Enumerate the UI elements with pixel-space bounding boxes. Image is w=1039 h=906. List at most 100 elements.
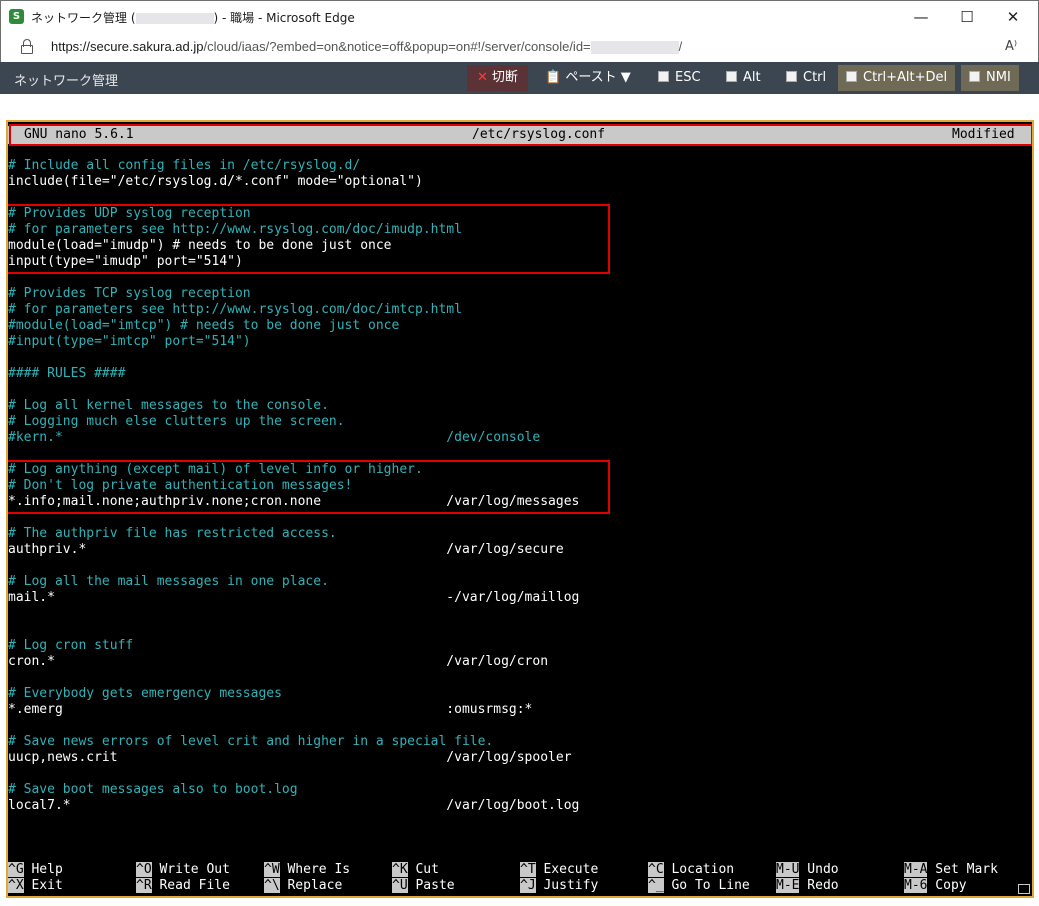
nmi-button[interactable]: NMI — [961, 65, 1019, 91]
shortcut-key: M-6 — [904, 878, 928, 893]
shortcut-label: Execute — [535, 862, 599, 877]
read-aloud-icon[interactable]: A⁾ — [1005, 39, 1017, 54]
toolbar-title: ネットワーク管理 — [14, 74, 119, 89]
shortcut-label: Write Out — [151, 862, 230, 877]
esc-checkbox[interactable] — [658, 71, 669, 82]
cad-icon — [846, 71, 857, 82]
alt-label: Alt — [743, 70, 761, 85]
alt-checkbox[interactable] — [726, 71, 737, 82]
nmi-label: NMI — [986, 70, 1011, 85]
shortcut-item: ^K Cut — [392, 862, 439, 878]
disconnect-label: 切断 — [491, 70, 518, 85]
comment-line: # for parameters see http://www.rsyslog.… — [8, 302, 462, 317]
shortcut-key: ^R — [136, 878, 152, 893]
cad-label: Ctrl+Alt+Del — [863, 70, 948, 85]
shortcut-key: ^W — [264, 862, 280, 877]
comment-line: # The authpriv file has restricted acces… — [8, 526, 337, 541]
paste-button[interactable]: 📋 ペースト ▼ — [537, 65, 639, 91]
alt-toggle[interactable]: Alt — [718, 65, 769, 91]
shortcut-key: ^G — [8, 862, 24, 877]
shortcut-item: M-E Redo — [776, 878, 839, 894]
shortcut-label: Read File — [151, 878, 230, 893]
shortcut-item: M-U Undo — [776, 862, 839, 878]
console-toolbar: ネットワーク管理 ✕ 切断 📋 ペースト ▼ ESC Alt Ctrl Ctrl+… — [0, 62, 1039, 94]
shortcut-label: Redo — [799, 878, 839, 893]
ctrl-toggle[interactable]: Ctrl — [778, 65, 834, 91]
config-line: include(file="/etc/rsyslog.d/*.conf" mod… — [8, 174, 423, 189]
url-field[interactable]: https://secure.sakura.ad.jp/cloud/iaas/?… — [51, 39, 682, 55]
window-title: ネットワーク管理 () - 職場 - Microsoft Edge — [31, 9, 355, 26]
shortcut-label: Justify — [535, 878, 599, 893]
comment-line: #input(type="imtcp" port="514") — [8, 334, 251, 349]
spacer — [0, 94, 1039, 120]
shortcut-key: ^O — [136, 862, 152, 877]
shortcut-label: Cut — [407, 862, 439, 877]
url-host: https://secure.sakura.ad.jp — [51, 39, 204, 54]
shortcut-label: Location — [663, 862, 735, 877]
comment-line: # Logging much else clutters up the scre… — [8, 414, 345, 429]
nmi-icon — [969, 71, 980, 82]
shortcut-key: ^_ — [648, 878, 664, 893]
config-line: authpriv.* /var/log/secure — [8, 542, 564, 557]
comment-line: #module(load="imtcp") # needs to be done… — [8, 318, 400, 333]
shortcut-item: ^J Justify — [520, 878, 598, 894]
ctrl-checkbox[interactable] — [786, 71, 797, 82]
shortcut-label: Help — [23, 862, 63, 877]
shortcut-label: Exit — [23, 878, 63, 893]
redacted-text — [135, 13, 214, 24]
esc-label: ESC — [675, 70, 701, 85]
console-terminal[interactable]: GNU nano 5.6.1 /etc/rsyslog.conf Modifie… — [6, 120, 1034, 898]
comment-line: # Log cron stuff — [8, 638, 134, 653]
comment-line: # Everybody gets emergency messages — [8, 686, 282, 701]
app-icon: S — [9, 9, 24, 24]
redacted-id — [590, 41, 679, 55]
disconnect-icon: ✕ — [477, 70, 488, 85]
shortcut-item: ^O Write Out — [136, 862, 230, 878]
shortcut-item: ^X Exit — [8, 878, 63, 894]
shortcut-label: Replace — [279, 878, 343, 893]
shortcut-key: ^T — [520, 862, 536, 877]
config-line: uucp,news.crit /var/log/spooler — [8, 750, 572, 765]
shortcut-label: Undo — [799, 862, 839, 877]
shortcut-label: Copy — [927, 878, 967, 893]
shortcut-label: Paste — [407, 878, 455, 893]
shortcut-item: M-A Set Mark — [904, 862, 998, 878]
header-highlight-box — [9, 124, 1032, 146]
shortcut-label: Set Mark — [927, 862, 998, 877]
ctrl-alt-del-button[interactable]: Ctrl+Alt+Del — [838, 65, 956, 91]
config-line: cron.* /var/log/cron — [8, 654, 549, 669]
comment-line: # Save news errors of level crit and hig… — [8, 734, 494, 749]
shortcut-key: ^U — [392, 878, 408, 893]
shortcut-item: ^C Location — [648, 862, 734, 878]
shortcut-bar: ^G Help ^X Exit ^O Write Out ^R Read File ^W… — [8, 862, 1032, 896]
config-line: local7.* /var/log/boot.log — [8, 798, 580, 813]
comment-line: # Provides TCP syslog reception — [8, 286, 251, 301]
config-line: *.emerg :omusrmsg:* — [8, 702, 533, 717]
comment-line: # Save boot messages also to boot.log — [8, 782, 298, 797]
shortcut-key: ^K — [392, 862, 408, 877]
address-bar: https://secure.sakura.ad.jp/cloud/iaas/?… — [0, 32, 1039, 62]
config-line: mail.* -/var/log/maillog — [8, 590, 580, 605]
maximize-button[interactable]: ☐ — [944, 1, 990, 33]
clipboard-icon: 📋 — [545, 70, 562, 85]
shortcut-key: ^J — [520, 878, 536, 893]
close-button[interactable]: ✕ — [990, 1, 1036, 33]
comment-line: # Log all kernel messages to the console… — [8, 398, 329, 413]
url-path: /cloud/iaas/?embed=on&notice=off&popup=o… — [203, 39, 591, 54]
window-title-suffix: ) - 職場 - Microsoft Edge — [213, 11, 355, 25]
lock-icon[interactable] — [21, 39, 33, 54]
comment-line: # Include all config files in /etc/rsysl… — [8, 158, 361, 173]
paste-label: ペースト ▼ — [565, 70, 631, 85]
minimize-button[interactable]: — — [898, 1, 944, 33]
shortcut-item: M-6 Copy — [904, 878, 967, 894]
shortcut-label: Go To Line — [663, 878, 750, 893]
shortcut-item: ^U Paste — [392, 878, 455, 894]
comment-line: #kern.* /dev/console — [8, 430, 541, 445]
messages-highlight-box — [8, 460, 610, 514]
disconnect-button[interactable]: ✕ 切断 — [467, 65, 528, 91]
shortcut-key: M-E — [776, 878, 800, 893]
shortcut-item: ^G Help — [8, 862, 63, 878]
window-titlebar: S ネットワーク管理 () - 職場 - Microsoft Edge — ☐ … — [0, 0, 1039, 32]
esc-toggle[interactable]: ESC — [650, 65, 709, 91]
ctrl-label: Ctrl — [803, 70, 827, 85]
